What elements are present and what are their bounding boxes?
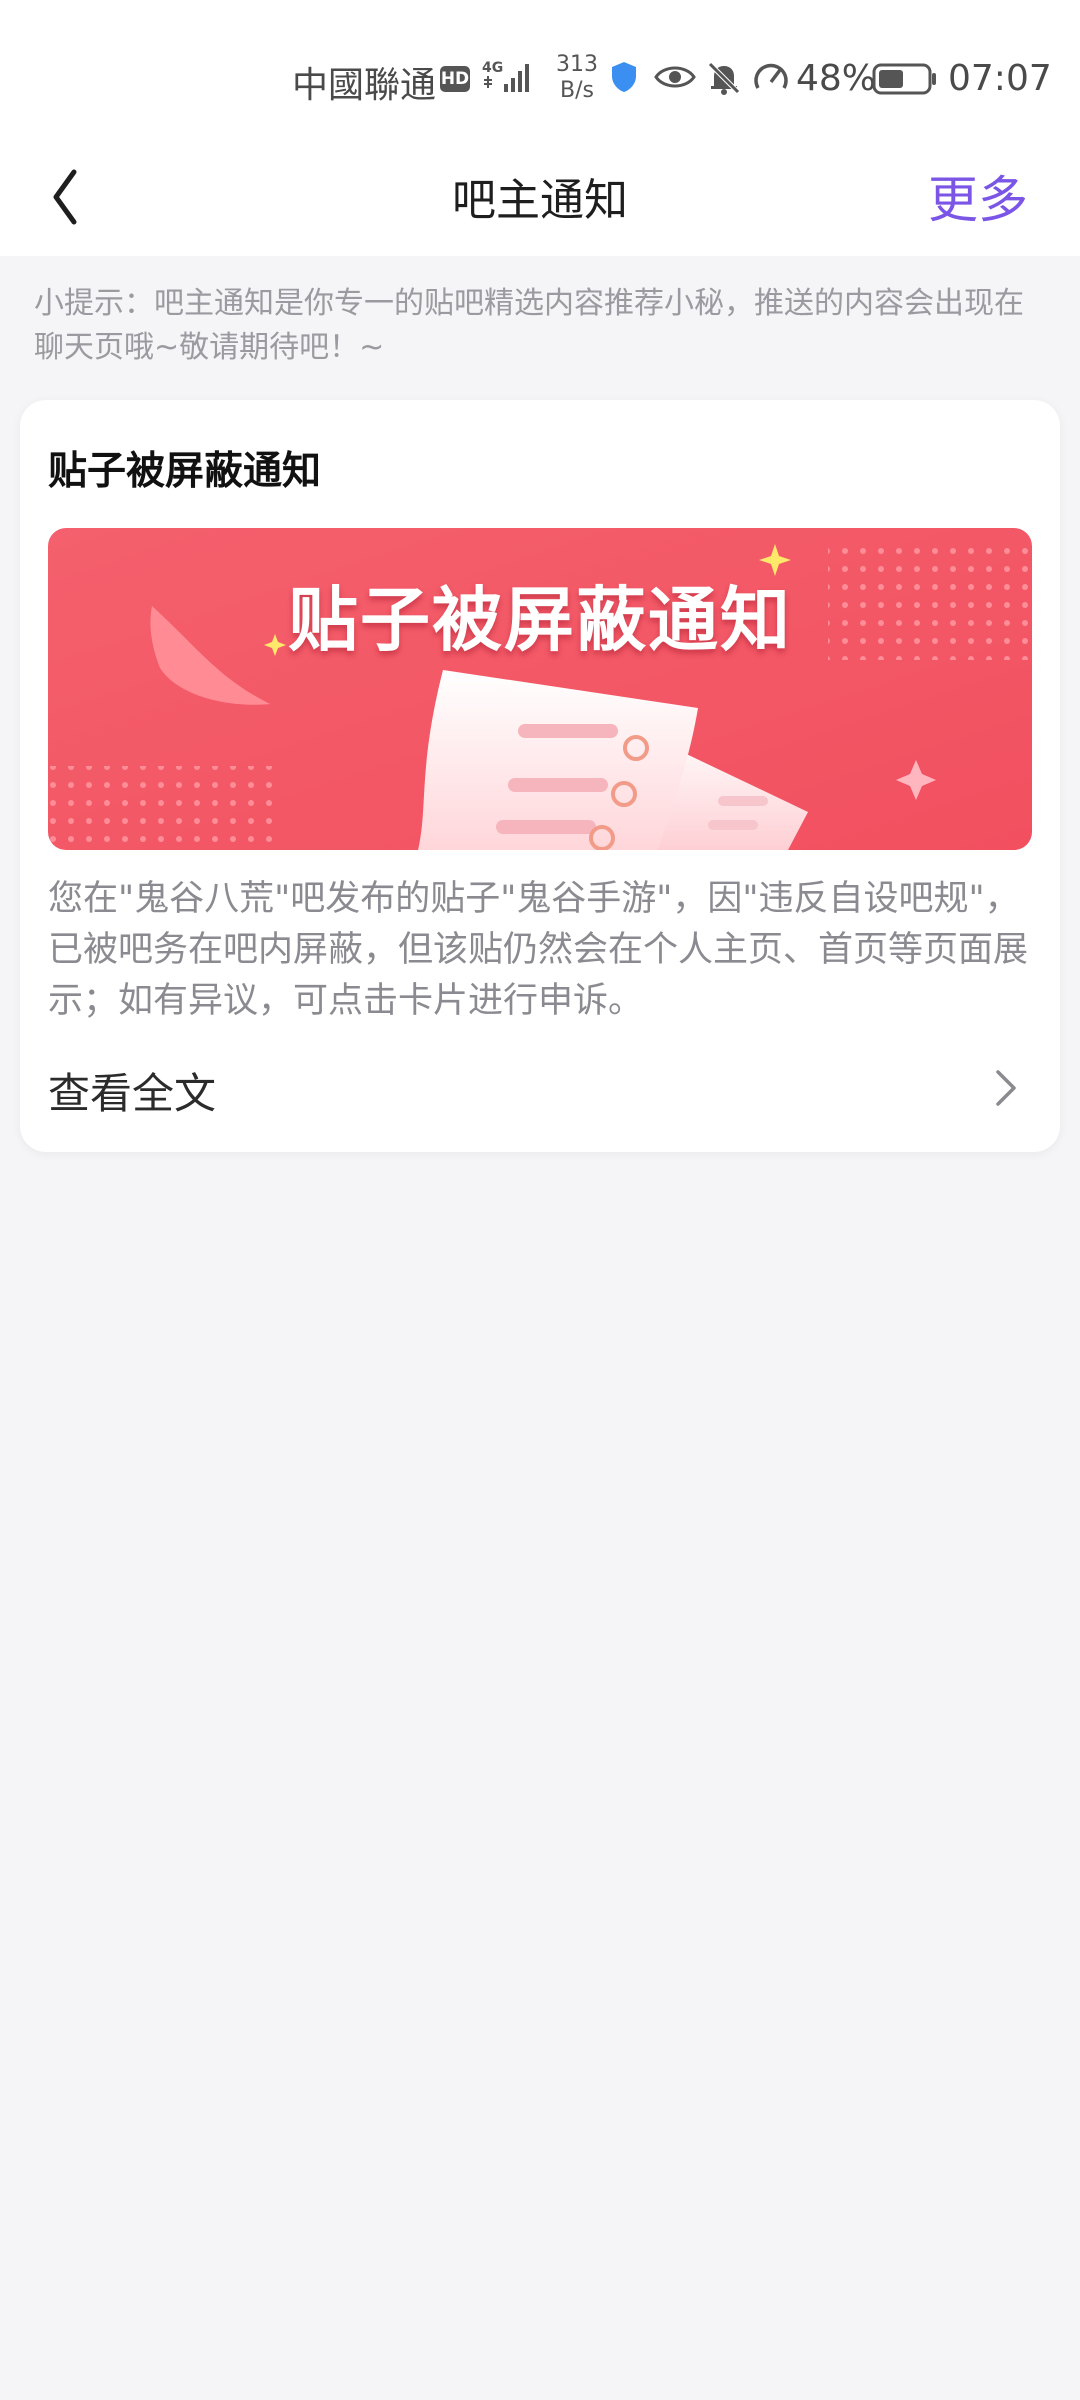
view-full-text-link[interactable]: 查看全文 <box>48 1060 216 1121</box>
card-title: 贴子被屏蔽通知 <box>48 449 322 494</box>
notification-card[interactable]: 贴子被屏蔽通知 贴子被屏蔽通知 您在"鬼谷八荒"吧发布的贴子"鬼谷手游"，因"违… <box>20 400 1060 1152</box>
status-bar: 中國聯通 HD 4G 313 B/s 48% 07:07 <box>0 0 1080 140</box>
carrier-name: 中國聯通 <box>292 65 437 106</box>
banner-title: 贴子被屏蔽通知 <box>288 579 792 661</box>
eye-icon <box>654 60 696 98</box>
hd-badge: HD <box>440 66 470 92</box>
bell-off-icon <box>706 60 742 100</box>
chevron-right-icon[interactable] <box>990 1066 1020 1110</box>
notification-banner: 贴子被屏蔽通知 <box>48 528 1032 850</box>
svg-text:4G: 4G <box>482 60 503 76</box>
speed-value: 313 <box>556 52 598 77</box>
speedometer-icon <box>752 60 790 100</box>
more-button[interactable]: 更多 <box>928 160 1028 232</box>
chevron-left-icon <box>53 169 77 225</box>
shield-icon <box>610 60 638 98</box>
network-speed: 313 B/s <box>553 52 601 104</box>
back-button[interactable] <box>44 162 104 232</box>
battery-icon <box>872 62 938 100</box>
signal-icon: 4G <box>482 58 538 102</box>
navigation-bar: 吧主通知 更多 <box>0 140 1080 256</box>
clock-time: 07:07 <box>948 58 1052 99</box>
speed-unit: B/s <box>560 78 594 103</box>
battery-percent: 48% <box>796 58 877 99</box>
page-title: 吧主通知 <box>452 175 628 226</box>
card-description: 您在"鬼谷八荒"吧发布的贴子"鬼谷手游"，因"违反自设吧规"，已被吧务在吧内屏蔽… <box>48 879 1029 1021</box>
tip-text: 小提示：吧主通知是你专一的贴吧精选内容推荐小秘，推送的内容会出现在聊天页哦~敬请… <box>34 286 1024 365</box>
